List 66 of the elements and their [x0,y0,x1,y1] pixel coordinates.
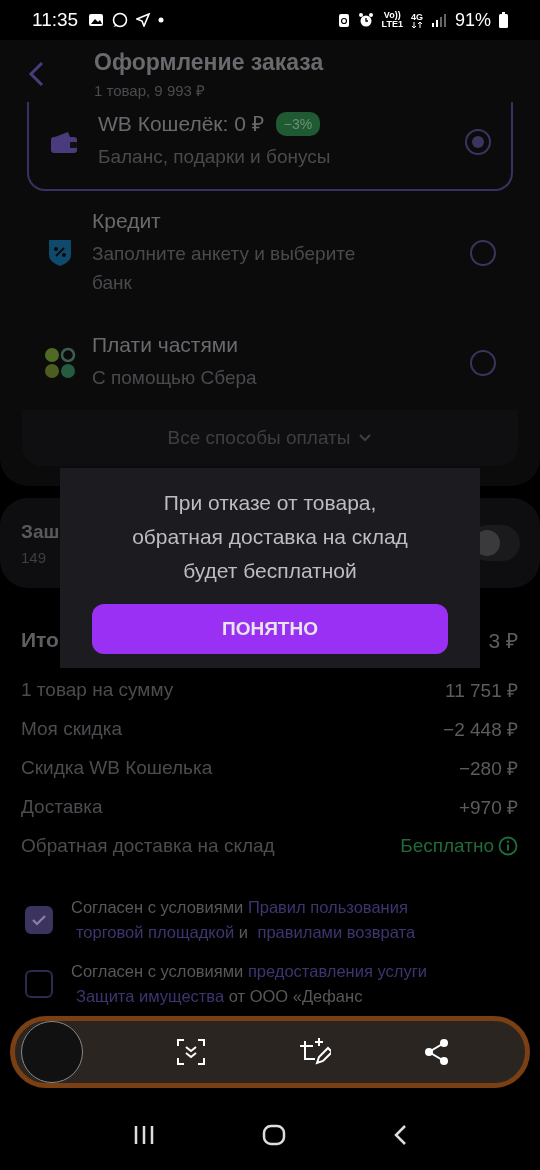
summary-label: Моя скидка [21,717,122,740]
method-title: Кредит [92,209,161,233]
radio-button[interactable] [470,349,496,376]
summary-value: −2 448 ₽ [443,717,518,742]
screenshot-thumbnail[interactable] [21,1021,83,1083]
share-icon[interactable] [424,1038,450,1066]
payment-method[interactable]: Плати частями С помощью Сбера [22,315,518,410]
agreement-link[interactable]: Правил пользования [247,895,408,920]
method-description: Баланс, подарки и бонусы [98,145,332,169]
info-icon[interactable] [498,835,518,856]
chat-icon [112,12,129,28]
summary-value: +970 ₽ [458,795,518,820]
radio-button[interactable] [470,240,496,266]
network-label: Vo)) [383,11,401,20]
wallet-icon [50,129,78,154]
payment-method[interactable]: Кредит Заполните анкету и выберите банк [22,191,518,315]
agreement-checkbox[interactable] [25,970,53,998]
page-title: Оформление заказа [94,48,324,76]
agreement-link[interactable]: предоставления услуги [247,959,427,984]
summary-value: −280 ₽ [458,756,518,781]
summary-value: 11 751 ₽ [445,678,518,703]
alarm-icon [357,12,374,28]
method-description: С помощью Сбера [92,366,258,390]
payment-method[interactable]: WB Кошелёк: 0 ₽ −3% Баланс, подарки и бонусы [27,102,513,191]
back-nav-icon[interactable] [392,1124,407,1146]
method-description: Заполните анкету и выберите банк [92,242,357,295]
gallery-icon [88,13,105,27]
agreement-link[interactable]: торговой площадкой [75,920,235,945]
popup-message: При отказе от товара, обратная доставка на склад будет бесплатной [131,490,409,584]
agreement-checkbox[interactable] [25,906,53,934]
battery-icon [499,12,508,28]
status-time: 11:35 [32,9,79,31]
recent-apps-icon[interactable] [133,1125,156,1145]
summary-title: Ито [21,628,59,652]
four-circles-icon [44,346,76,379]
send-icon [136,13,151,27]
discount-badge: −3% [275,112,321,136]
scroll-capture-icon[interactable] [176,1038,206,1066]
agreement-link[interactable]: правилами возврата [257,920,416,945]
summary-label: Скидка WB Кошелька [21,756,213,779]
page-subtitle: 1 товар, 9 993 ₽ [94,80,207,100]
data-arrows-icon [411,21,422,28]
method-title: WB Кошелёк: 0 ₽ [98,112,264,136]
agreement-text: Согласен с условиями предоставления услуги Защита имущества от ООО «Дефанс [71,959,518,1009]
method-title: Плати частями [92,333,239,357]
dot-icon [158,17,165,23]
home-icon[interactable] [262,1124,286,1146]
summary-total: 3 ₽ [488,628,518,654]
summary-label: Обратная доставка на склад [21,834,275,857]
protection-title: Заш [21,520,60,543]
network-label: LTE1 [381,20,403,29]
agreement-text: Согласен с условиями Правил пользования торговой площадкой и правилами возврата [71,895,518,945]
battery-level: 91% [454,9,491,31]
shield-percent-icon [48,239,72,267]
summary-value: Бесплатно [400,834,494,857]
agreement-link[interactable]: Защита имущества [75,984,225,1009]
confirm-button[interactable]: ПОНЯТНО [92,604,448,654]
signal-icon [430,13,447,27]
summary-label: Доставка [21,795,103,818]
back-icon[interactable] [28,61,44,87]
chevron-down-icon [358,433,373,443]
data-label: 4G [410,12,423,22]
radio-button[interactable] [465,128,491,155]
crop-edit-icon[interactable] [299,1037,331,1067]
checkmark-icon [31,914,47,926]
summary-label: 1 товар на сумму [21,678,174,701]
